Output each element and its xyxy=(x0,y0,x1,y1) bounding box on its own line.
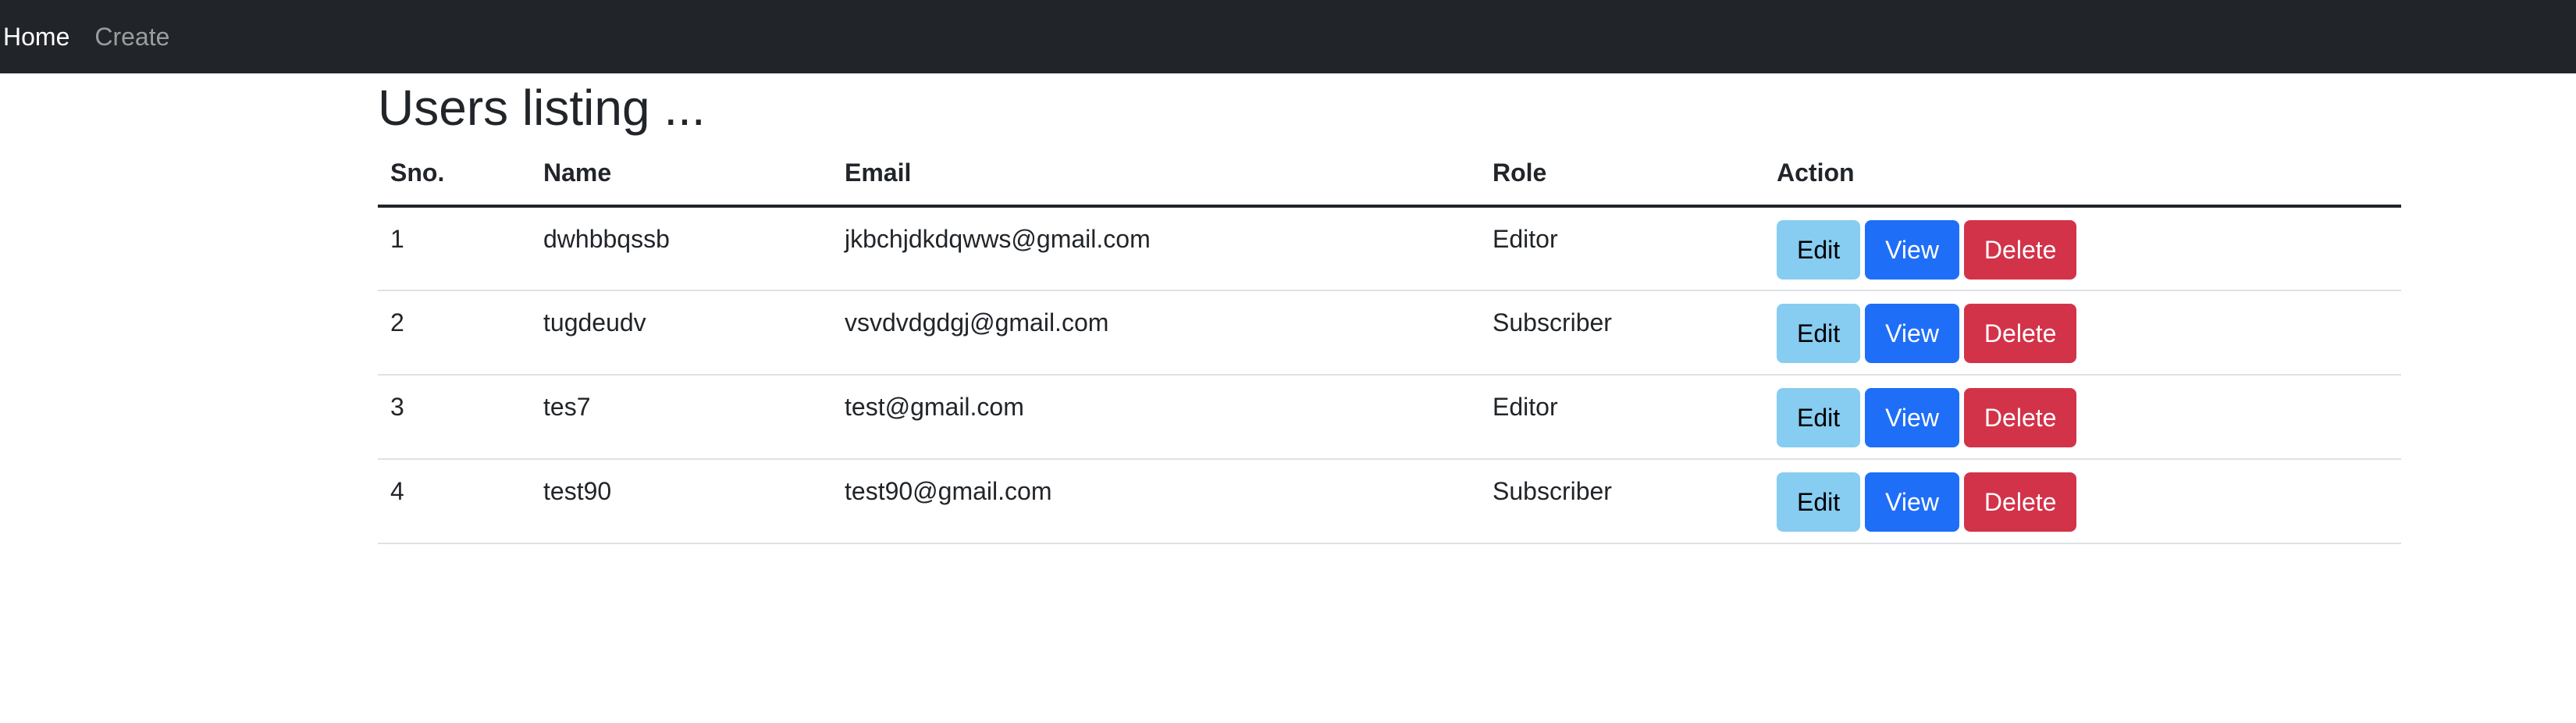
cell-email: jkbchjdkdqwws@gmail.com xyxy=(832,206,1480,291)
cell-role: Editor xyxy=(1480,375,1764,460)
delete-button[interactable]: Delete xyxy=(1963,304,2077,363)
cell-name: test90 xyxy=(531,459,832,544)
cell-sno: 1 xyxy=(378,206,531,291)
table-row: 3 tes7 test@gmail.com Editor Edit View Del… xyxy=(378,375,2401,460)
users-table: Sno. Name Email Role Action 1 dwhbbqssb … xyxy=(378,141,2401,544)
column-header-name: Name xyxy=(531,141,832,208)
top-navbar: Home Create xyxy=(0,0,2576,73)
cell-email: test90@gmail.com xyxy=(832,459,1480,544)
edit-button[interactable]: Edit xyxy=(1777,304,1861,363)
cell-sno: 2 xyxy=(378,290,531,376)
nav-create-link[interactable]: Create xyxy=(94,23,169,52)
cell-actions: Edit View Delete xyxy=(1764,206,2401,291)
delete-button[interactable]: Delete xyxy=(1963,472,2077,532)
view-button[interactable]: View xyxy=(1865,472,1959,532)
cell-sno: 3 xyxy=(378,375,531,460)
cell-actions: Edit View Delete xyxy=(1764,459,2401,544)
view-button[interactable]: View xyxy=(1865,220,1959,280)
edit-button[interactable]: Edit xyxy=(1777,472,1861,532)
cell-sno: 4 xyxy=(378,459,531,544)
delete-button[interactable]: Delete xyxy=(1963,388,2077,447)
cell-role: Subscriber xyxy=(1480,459,1764,544)
cell-name: dwhbbqssb xyxy=(531,206,832,291)
view-button[interactable]: View xyxy=(1865,304,1959,363)
edit-button[interactable]: Edit xyxy=(1777,220,1861,280)
cell-actions: Edit View Delete xyxy=(1764,290,2401,376)
cell-actions: Edit View Delete xyxy=(1764,375,2401,460)
table-row: 1 dwhbbqssb jkbchjdkdqwws@gmail.com Edit… xyxy=(378,206,2401,291)
cell-email: test@gmail.com xyxy=(832,375,1480,460)
cell-name: tes7 xyxy=(531,375,832,460)
column-header-sno: Sno. xyxy=(378,141,531,208)
nav-home-link[interactable]: Home xyxy=(3,23,69,52)
page-title: Users listing ... xyxy=(378,80,706,136)
cell-role: Editor xyxy=(1480,206,1764,291)
delete-button[interactable]: Delete xyxy=(1963,220,2077,280)
table-row: 4 test90 test90@gmail.com Subscriber Edi… xyxy=(378,459,2401,544)
main-content: Users listing ... Sno. Name Email Role A… xyxy=(378,73,2401,544)
cell-name: tugdeudv xyxy=(531,290,832,376)
table-header: Sno. Name Email Role Action xyxy=(378,141,2401,208)
column-header-action: Action xyxy=(1764,141,2401,208)
column-header-email: Email xyxy=(832,141,1480,208)
column-header-role: Role xyxy=(1480,141,1764,208)
view-button[interactable]: View xyxy=(1865,388,1959,447)
cell-email: vsvdvdgdgj@gmail.com xyxy=(832,290,1480,376)
cell-role: Subscriber xyxy=(1480,290,1764,376)
table-row: 2 tugdeudv vsvdvdgdgj@gmail.com Subscrib… xyxy=(378,290,2401,376)
edit-button[interactable]: Edit xyxy=(1777,388,1861,447)
